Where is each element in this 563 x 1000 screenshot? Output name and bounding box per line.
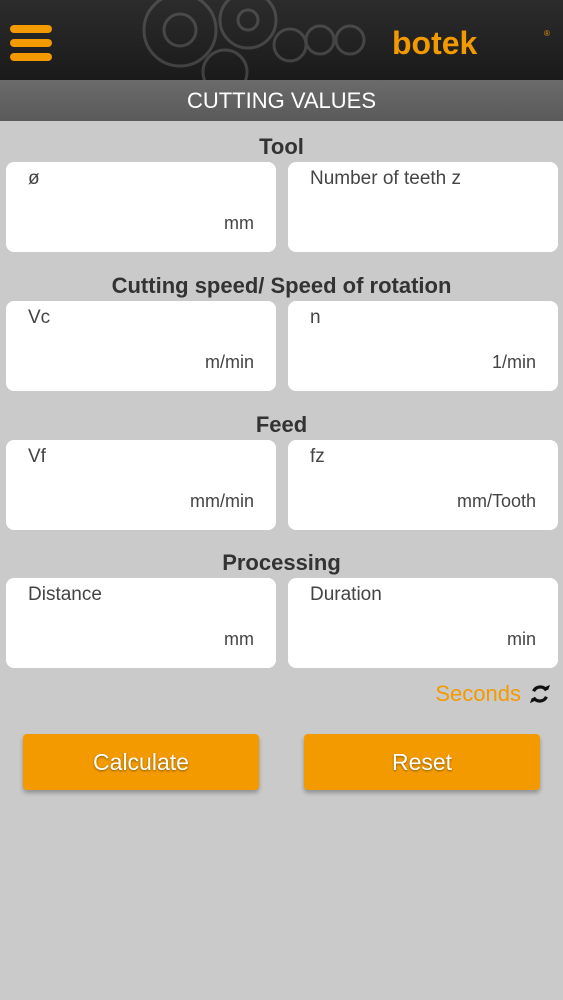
field-label: n [310, 307, 321, 328]
section-title-tool: Tool [259, 134, 304, 159]
field-label: Vc [28, 307, 51, 328]
distance-input[interactable] [28, 612, 182, 640]
feed-per-tooth-field[interactable]: fz mm/Tooth [288, 440, 558, 530]
menu-button[interactable] [10, 25, 54, 67]
field-label: Duration [310, 584, 382, 605]
botek-logo: botek ® [392, 26, 550, 60]
duration-field[interactable]: Duration min [288, 578, 558, 668]
section-title-processing: Processing [222, 550, 341, 575]
section-title-cutting-speed: Cutting speed/ Speed of rotation [111, 273, 452, 298]
field-label: Number of teeth z [310, 168, 462, 189]
app-header: botek ® [0, 0, 563, 80]
rotation-speed-field[interactable]: n 1/min [288, 301, 558, 391]
number-of-teeth-input[interactable] [310, 196, 464, 224]
calculate-button[interactable]: Calculate [23, 734, 259, 790]
gears-decoration [142, 0, 366, 80]
tool-diameter-field[interactable]: ø mm [6, 162, 276, 252]
feed-per-tooth-input[interactable] [310, 474, 464, 502]
reset-button[interactable]: Reset [304, 734, 540, 790]
rotation-speed-input[interactable] [310, 335, 464, 363]
field-label: Distance [28, 584, 102, 605]
field-label: fz [310, 446, 325, 467]
svg-text:botek: botek [392, 26, 478, 60]
cutting-speed-field[interactable]: Vc m/min [6, 301, 276, 391]
cutting-speed-input[interactable] [28, 335, 182, 363]
refresh-icon[interactable] [529, 683, 551, 705]
page-title: CUTTING VALUES [0, 80, 563, 121]
distance-field[interactable]: Distance mm [6, 578, 276, 668]
field-unit: 1/min [491, 352, 536, 372]
svg-text:®: ® [544, 29, 550, 38]
field-unit: m/min [205, 352, 254, 372]
field-unit: min [506, 629, 536, 649]
field-unit: mm [224, 629, 254, 649]
feed-rate-input[interactable] [28, 474, 182, 502]
field-label: Vf [28, 446, 46, 467]
field-unit: mm/Tooth [456, 491, 536, 511]
seconds-toggle[interactable]: Seconds [435, 680, 551, 708]
field-label: ø [28, 168, 40, 189]
seconds-label: Seconds [435, 681, 521, 706]
field-unit: mm/min [190, 491, 254, 511]
tool-diameter-input[interactable] [28, 196, 182, 224]
hamburger-menu-icon [10, 25, 52, 33]
section-title-feed: Feed [255, 412, 308, 437]
number-of-teeth-field[interactable]: Number of teeth z [288, 162, 558, 252]
feed-rate-field[interactable]: Vf mm/min [6, 440, 276, 530]
duration-input[interactable] [310, 612, 464, 640]
field-unit: mm [224, 213, 254, 233]
